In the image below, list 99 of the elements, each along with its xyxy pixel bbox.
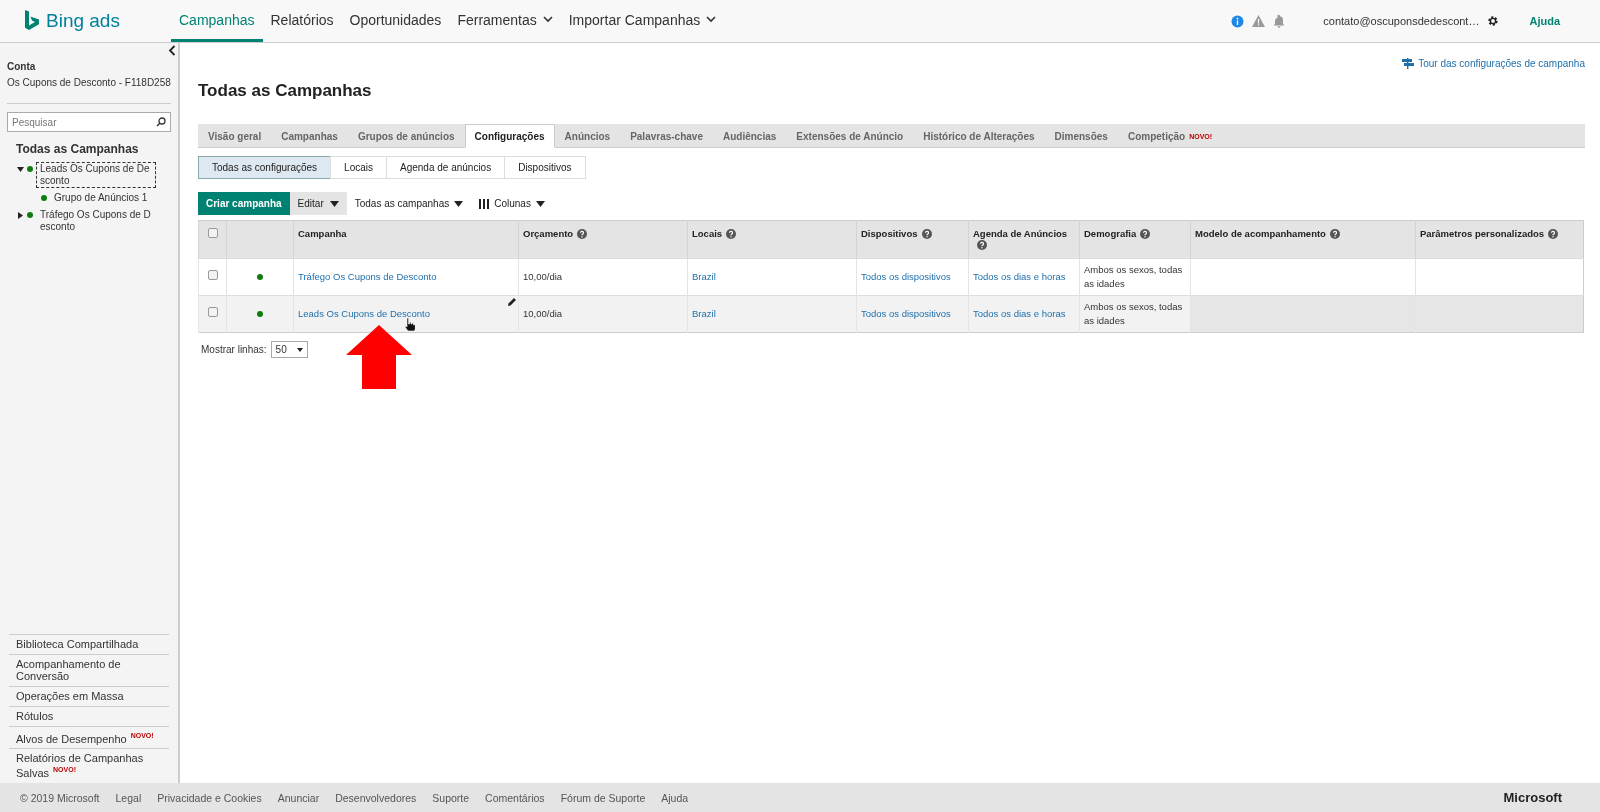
filter-dropdown[interactable]: Todas as campanhas bbox=[346, 192, 472, 215]
tree-item[interactable]: Grupo de Anúncios 1 bbox=[50, 191, 170, 205]
tab[interactable]: Extensões de Anúncio bbox=[786, 124, 914, 148]
status-dot bbox=[257, 311, 263, 317]
nav-tab[interactable]: Oportunidades bbox=[341, 0, 450, 42]
column-header[interactable]: Dispositivos bbox=[856, 220, 969, 259]
columns-icon bbox=[479, 198, 490, 209]
cell-link[interactable]: Brazil bbox=[692, 308, 716, 319]
tab[interactable]: Configurações bbox=[464, 124, 555, 148]
sidebar-link[interactable]: Biblioteca Compartilhada bbox=[9, 633, 169, 654]
info-icon[interactable] bbox=[1231, 14, 1245, 28]
page-title: Todas as Campanhas bbox=[198, 81, 373, 101]
status-dot bbox=[27, 212, 33, 218]
sub-tab[interactable]: Todas as configurações bbox=[198, 156, 332, 179]
table-row[interactable]: Tráfego Os Cupons de Desconto 10,00/dia Brazil Todos os dispositivos Todos os dias e horas Ambos os sexos, todas as idades bbox=[198, 258, 1584, 296]
column-header[interactable]: Locais bbox=[687, 220, 857, 259]
column-header[interactable]: Demografia bbox=[1079, 220, 1191, 259]
tab[interactable]: Campanhas bbox=[271, 124, 348, 148]
column-header[interactable]: Agenda de Anúncios bbox=[968, 220, 1080, 259]
nav-tab[interactable]: Ferramentas bbox=[449, 0, 561, 42]
column-header[interactable]: Parâmetros personalizados bbox=[1415, 220, 1584, 259]
checkbox[interactable] bbox=[207, 228, 218, 238]
footer-link[interactable]: Anunciar bbox=[277, 791, 320, 804]
footer-link[interactable]: Ajuda bbox=[661, 791, 689, 804]
account-email[interactable]: contato@oscuponsdedescont… bbox=[1323, 15, 1480, 27]
pointer-arrow bbox=[346, 325, 412, 389]
status-dot bbox=[27, 166, 33, 172]
table-cell: 10,00/dia bbox=[523, 308, 563, 319]
footer-link[interactable]: Comentários bbox=[485, 791, 545, 804]
tab[interactable]: Palavras-chave bbox=[620, 124, 713, 148]
footer-link[interactable]: Privacidade e Cookies bbox=[157, 791, 262, 804]
columns-button[interactable]: Colunas bbox=[471, 192, 553, 215]
logo-icon bbox=[24, 10, 40, 32]
cursor-icon bbox=[404, 318, 415, 331]
cell-link[interactable]: Brazil bbox=[692, 271, 716, 282]
help-link[interactable]: Ajuda bbox=[1529, 15, 1560, 27]
footer-link[interactable]: Legal bbox=[115, 791, 142, 804]
tab[interactable]: Histórico de Alterações bbox=[913, 124, 1045, 148]
expand-caret-icon[interactable] bbox=[16, 166, 24, 173]
brand-name: Bing ads bbox=[46, 10, 120, 32]
footer-link[interactable]: Fórum de Suporte bbox=[560, 791, 646, 804]
cell-link[interactable]: Leads Os Cupons de Desconto bbox=[298, 308, 431, 319]
tree-title: Todas as Campanhas bbox=[16, 142, 140, 156]
edit-button[interactable]: Editar bbox=[289, 192, 347, 215]
tree-item[interactable]: Tráfego Os Cupons de Desconto bbox=[36, 208, 156, 234]
tour-link[interactable]: Tour das configurações de campanha bbox=[1402, 58, 1585, 69]
tab[interactable]: Dimensões bbox=[1044, 124, 1118, 148]
tab[interactable]: Visão geral bbox=[198, 124, 272, 148]
bell-icon[interactable] bbox=[1273, 14, 1286, 28]
caret-icon bbox=[454, 200, 464, 207]
column-header[interactable]: Orçamento bbox=[518, 220, 688, 259]
nav-tab[interactable]: Campanhas bbox=[171, 0, 263, 42]
search-icon[interactable] bbox=[156, 117, 166, 127]
row-checkbox[interactable] bbox=[207, 307, 218, 317]
cell-link[interactable]: Tráfego Os Cupons de Desconto bbox=[298, 271, 437, 282]
footer-link[interactable]: Suporte bbox=[432, 791, 470, 804]
tab[interactable]: Grupos de anúncios bbox=[347, 124, 465, 148]
tab[interactable]: Anúncios bbox=[554, 124, 621, 148]
footer-link[interactable]: © 2019 Microsoft bbox=[20, 791, 100, 804]
rows-select[interactable]: 50 bbox=[270, 341, 308, 358]
pencil-icon[interactable] bbox=[508, 298, 516, 306]
sub-tab[interactable]: Agenda de anúncios bbox=[386, 156, 506, 179]
caret-icon bbox=[296, 347, 303, 352]
search-field[interactable]: Pesquisar bbox=[7, 112, 171, 132]
collapse-caret-icon[interactable] bbox=[16, 212, 24, 219]
sidebar-link[interactable]: Rótulos bbox=[9, 705, 169, 726]
column-header[interactable]: Campanha bbox=[293, 220, 519, 259]
status-dot bbox=[41, 195, 47, 201]
sidebar-link[interactable]: Alvos de Desempenho $^{NOVO!}$ bbox=[9, 725, 169, 749]
sub-tab[interactable]: Locais bbox=[330, 156, 387, 179]
tab[interactable]: Competição $^{NOVO!}$ bbox=[1117, 124, 1223, 148]
account-label: Conta bbox=[7, 61, 37, 72]
nav-tab[interactable]: Importar Campanhas bbox=[560, 0, 725, 42]
cell-link[interactable]: Todos os dias e horas bbox=[973, 271, 1066, 282]
column-header[interactable]: Modelo de acompanhamento bbox=[1190, 220, 1416, 259]
table-cell: Ambos os sexos, todas as idades bbox=[1084, 301, 1183, 326]
table-row[interactable]: Leads Os Cupons de Desconto 10,00/dia Brazil Todos os dispositivos Todos os dias e horas Ambos os sexos, todas as idades bbox=[198, 295, 1584, 333]
rows-label: Mostrar linhas: bbox=[201, 344, 267, 355]
settings-icon[interactable] bbox=[1487, 15, 1500, 27]
create-campaign-button[interactable]: Criar campanha bbox=[198, 192, 290, 215]
status-dot bbox=[257, 274, 263, 280]
cell-link[interactable]: Todos os dispositivos bbox=[861, 271, 951, 282]
tab[interactable]: Audiências bbox=[713, 124, 787, 148]
caret-icon bbox=[329, 200, 339, 207]
nav-tab[interactable]: Relatórios bbox=[262, 0, 342, 42]
signpost-icon[interactable] bbox=[1402, 58, 1415, 69]
footer-link[interactable]: Desenvolvedores bbox=[335, 791, 417, 804]
table-cell: Ambos os sexos, todas as idades bbox=[1084, 264, 1183, 289]
sidebar-link[interactable]: Acompanhamento de Conversão bbox=[9, 653, 169, 686]
caret-icon bbox=[535, 200, 545, 207]
warning-icon[interactable] bbox=[1252, 15, 1266, 27]
row-checkbox[interactable] bbox=[207, 270, 218, 280]
tree-item[interactable]: Leads Os Cupons de Desconto bbox=[36, 162, 156, 188]
footer-logo: Microsoft bbox=[1503, 790, 1563, 805]
sub-tab[interactable]: Dispositivos bbox=[504, 156, 586, 179]
table-cell: 10,00/dia bbox=[523, 271, 563, 282]
account-name: Os Cupons de Desconto - F118D258 bbox=[7, 77, 171, 104]
sidebar-link[interactable]: Operações em Massa bbox=[9, 685, 169, 706]
collapse-icon[interactable] bbox=[168, 45, 176, 56]
